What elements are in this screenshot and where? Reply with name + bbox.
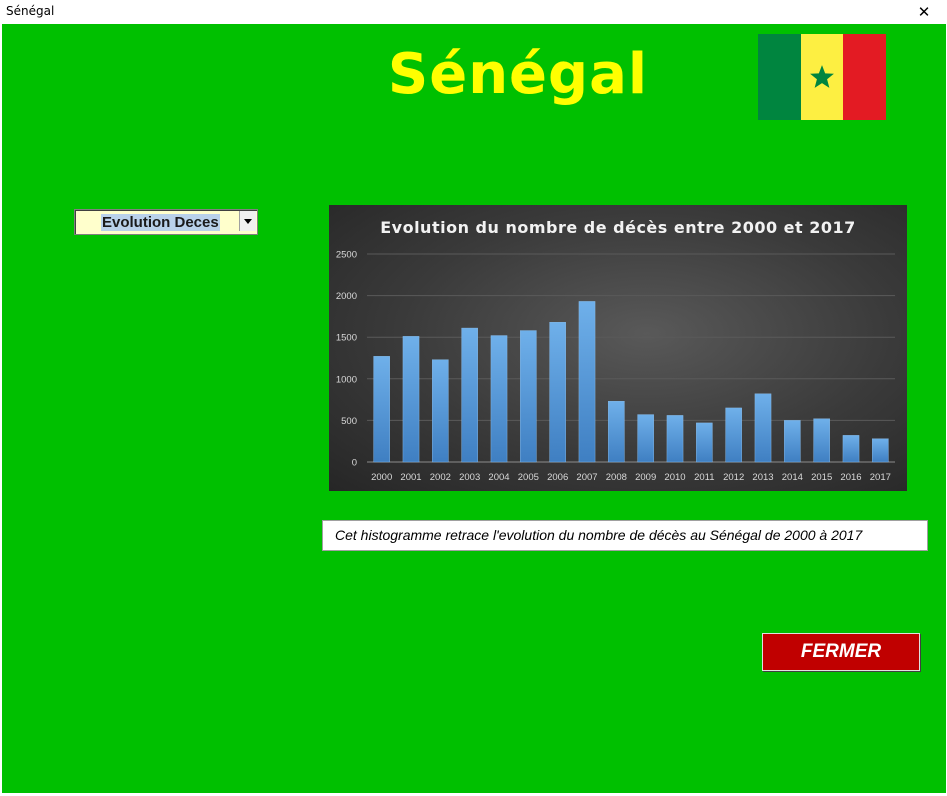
x-tick-label: 2015 xyxy=(811,472,832,483)
y-tick-label: 1000 xyxy=(336,374,357,385)
bar-2001 xyxy=(402,336,420,463)
bar-2013 xyxy=(754,393,772,463)
x-tick-label: 2006 xyxy=(547,472,568,483)
close-form-button[interactable]: FERMER xyxy=(762,633,920,671)
y-tick-label: 1500 xyxy=(336,333,357,344)
x-tick-label: 2014 xyxy=(782,472,803,483)
bar-2017 xyxy=(872,438,889,463)
x-tick-label: 2017 xyxy=(870,472,891,483)
x-tick-label: 2016 xyxy=(840,472,861,483)
x-tick-label: 2008 xyxy=(606,472,627,483)
x-tick-label: 2000 xyxy=(371,472,392,483)
bar-2006 xyxy=(549,322,566,463)
deaths-bar-chart: Evolution du nombre de décès entre 2000 … xyxy=(329,205,907,491)
userform: Sénégal Evolution Deces Evolution du nom… xyxy=(2,24,946,793)
bar-2008 xyxy=(608,401,625,463)
x-tick-label: 2013 xyxy=(752,472,773,483)
x-tick-label: 2002 xyxy=(430,472,451,483)
window-title: Sénégal xyxy=(6,4,55,18)
bar-2010 xyxy=(666,415,684,463)
flag-band-yellow xyxy=(800,34,844,120)
chart-description-textbox[interactable]: Cet histogramme retrace l'evolution du n… xyxy=(322,520,928,551)
bar-2012 xyxy=(725,407,742,463)
window-titlebar: Sénégal ✕ xyxy=(0,0,947,24)
flag-band-green xyxy=(758,34,801,120)
star-icon xyxy=(810,65,834,88)
senegal-flag-icon xyxy=(758,34,887,120)
close-form-button-label: FERMER xyxy=(800,641,882,662)
x-tick-label: 2007 xyxy=(576,472,597,483)
page-title: Sénégal xyxy=(387,42,649,107)
chart-svg: Evolution du nombre de décès entre 2000 … xyxy=(336,218,895,483)
x-tick-label: 2010 xyxy=(664,472,685,483)
bar-2000 xyxy=(373,356,390,463)
chart-selector-value[interactable]: Evolution Deces xyxy=(101,214,220,231)
chart-selector-combobox[interactable]: Evolution Deces xyxy=(74,209,258,235)
bar-2015 xyxy=(813,418,830,463)
x-tick-label: 2001 xyxy=(400,472,421,483)
x-tick-label: 2012 xyxy=(723,472,744,483)
close-icon: ✕ xyxy=(917,4,931,21)
x-tick-label: 2003 xyxy=(459,472,480,483)
bar-2011 xyxy=(696,422,713,463)
bar-2005 xyxy=(520,330,537,463)
bar-2009 xyxy=(637,414,654,463)
y-tick-label: 0 xyxy=(352,458,357,469)
x-tick-label: 2009 xyxy=(635,472,656,483)
x-tick-label: 2011 xyxy=(694,472,714,483)
y-tick-label: 500 xyxy=(341,416,357,427)
bar-2004 xyxy=(490,335,508,463)
flag-band-red xyxy=(843,34,887,120)
y-tick-label: 2000 xyxy=(336,291,357,302)
chart-title: Evolution du nombre de décès entre 2000 … xyxy=(380,218,856,237)
y-tick-label: 2500 xyxy=(336,250,357,261)
bar-2002 xyxy=(432,359,449,463)
bar-2007 xyxy=(578,301,596,463)
x-tick-label: 2004 xyxy=(488,472,509,483)
x-tick-label: 2005 xyxy=(518,472,539,483)
dropdown-arrow-icon[interactable] xyxy=(239,211,256,231)
chart-description-text: Cet histogramme retrace l'evolution du n… xyxy=(335,527,863,543)
bar-2016 xyxy=(842,435,860,463)
bar-2014 xyxy=(784,420,801,463)
bar-2003 xyxy=(461,327,478,463)
window-close-button[interactable]: ✕ xyxy=(901,0,947,24)
